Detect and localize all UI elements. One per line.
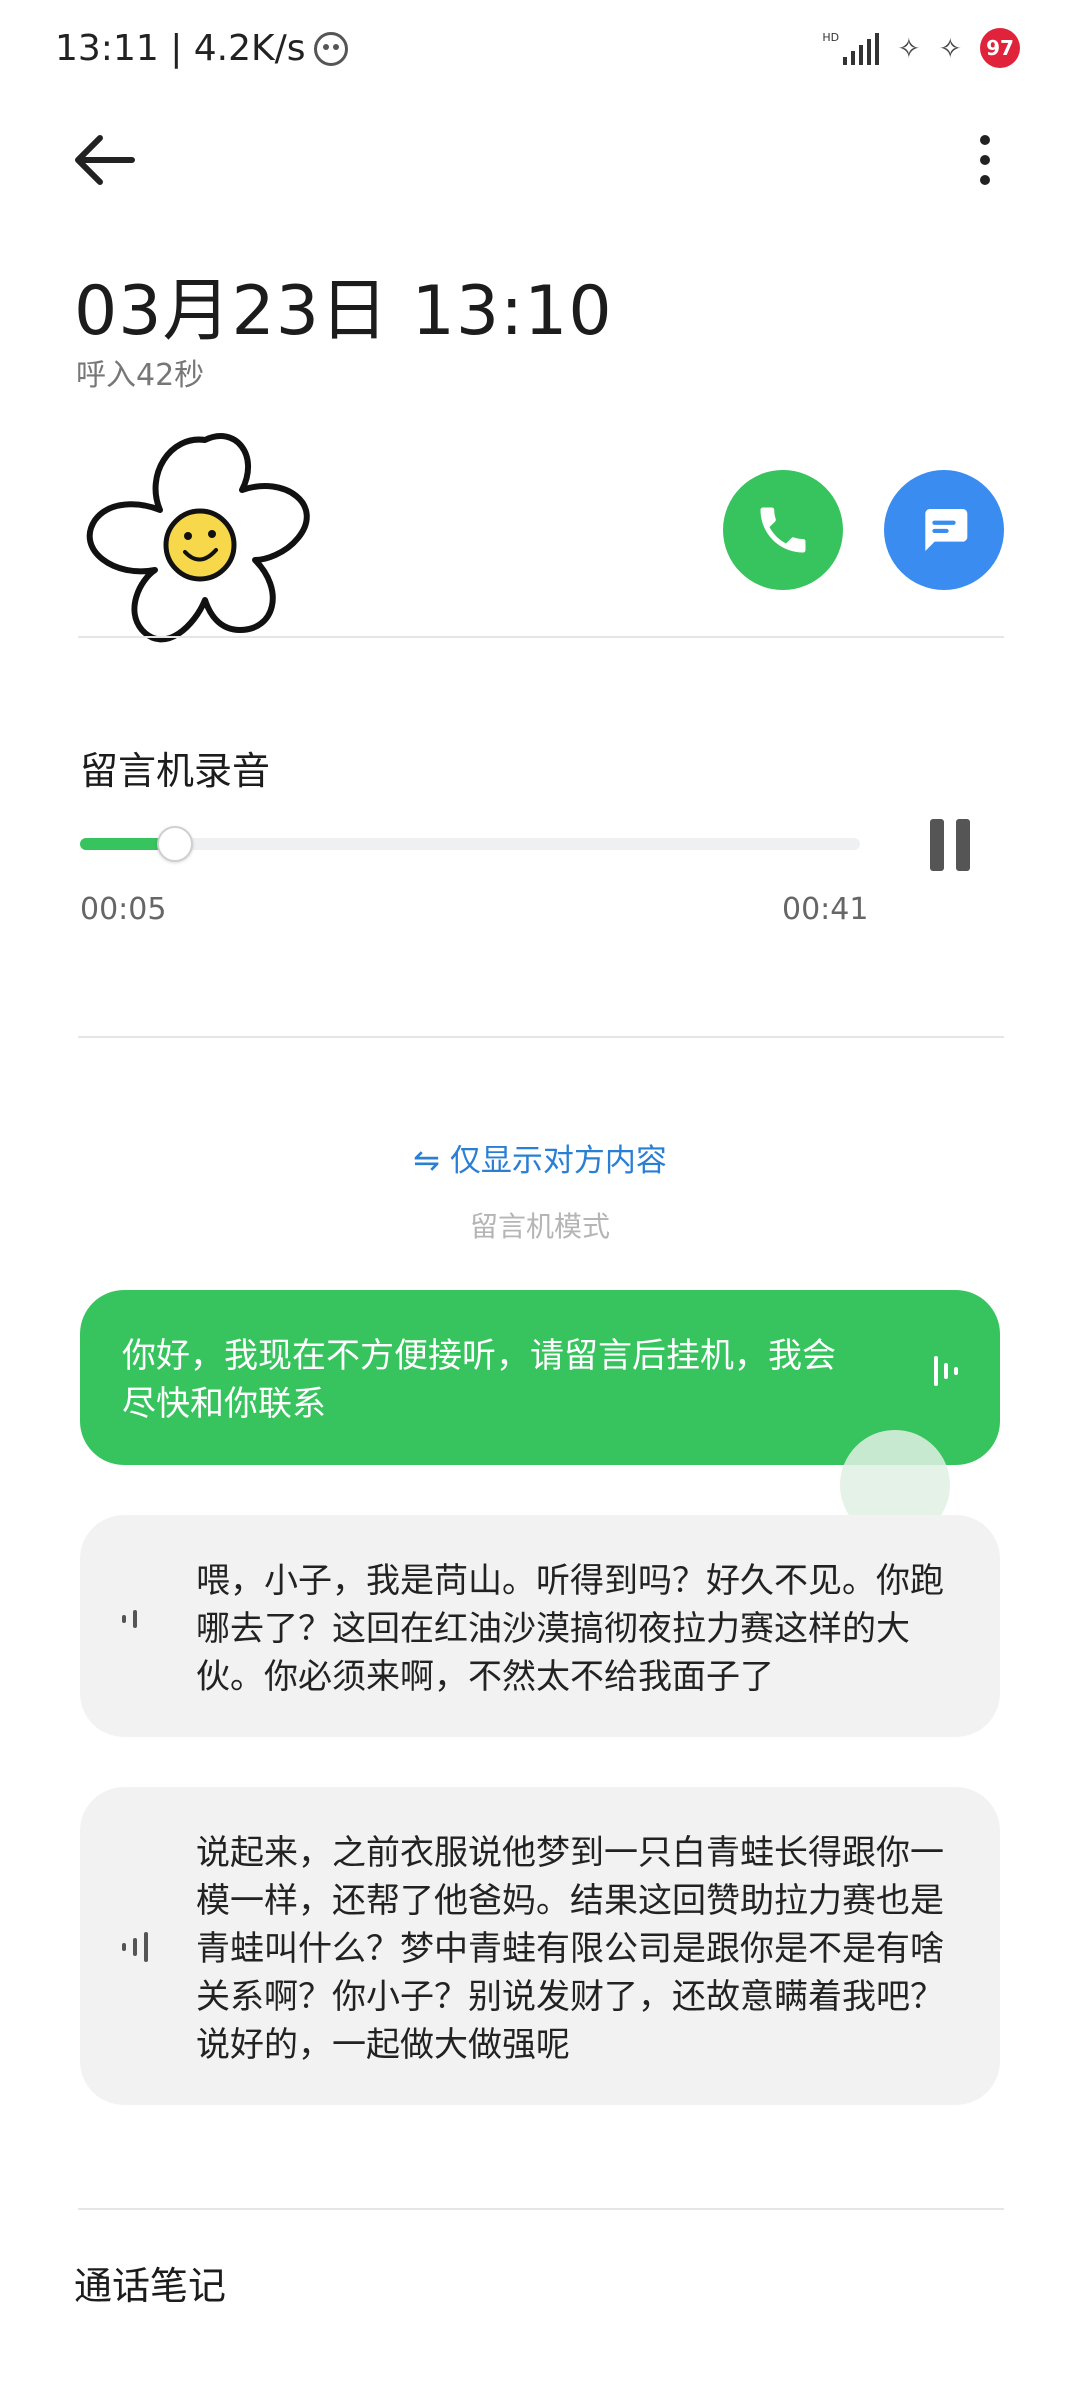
current-time: 00:05: [80, 892, 167, 927]
divider: [78, 2208, 1004, 2210]
audio-wave-icon: [122, 1610, 137, 1628]
flower-smiley-avatar-icon: [86, 433, 310, 643]
total-time: 00:41: [782, 892, 869, 927]
status-left: 13:11 | 4.2K/s: [55, 28, 348, 69]
toggle-label: 仅显示对方内容: [449, 1143, 667, 1179]
status-time: 13:11 | 4.2K/s: [55, 28, 306, 69]
message-text: 说起来，之前衣服说他梦到一只白青蛙长得跟你一模一样，还帮了他爸妈。结果这回赞助拉…: [196, 1833, 944, 2065]
more-vertical-icon: [980, 135, 990, 185]
back-button[interactable]: [70, 130, 140, 190]
wifi-off-icon: ✧: [897, 31, 921, 65]
pause-button[interactable]: [920, 815, 980, 875]
arrow-left-icon: [75, 135, 135, 185]
status-bar: 13:11 | 4.2K/s HD ✧ ✧ 97: [0, 0, 1080, 100]
divider: [78, 1036, 1004, 1038]
wifi-off-icon-2: ✧: [938, 31, 962, 65]
battery-level: 97: [986, 36, 1014, 60]
swap-icon: ⇋: [413, 1141, 440, 1179]
call-button[interactable]: [723, 470, 843, 590]
contact-avatar: [70, 420, 340, 670]
message-icon: [925, 509, 968, 551]
show-other-only-toggle[interactable]: ⇋ 仅显示对方内容: [0, 1135, 1080, 1180]
phone-icon: [760, 507, 806, 553]
message-bubble-other[interactable]: 说起来，之前衣服说他梦到一只白青蛙长得跟你一模一样，还帮了他爸妈。结果这回赞助拉…: [80, 1787, 1000, 2105]
recording-title: 留言机录音: [80, 749, 271, 793]
ghost-icon: [313, 31, 348, 66]
status-right: HD ✧ ✧ 97: [822, 28, 1020, 68]
signal-icon: HD: [822, 31, 880, 65]
call-notes-title[interactable]: 通话笔记: [74, 2255, 226, 2310]
network-label: HD: [822, 31, 840, 44]
more-options-button[interactable]: [960, 130, 1010, 190]
pause-icon: [930, 819, 944, 871]
message-bubble-self[interactable]: 你好，我现在不方便接听，请留言后挂机，我会尽快和你联系: [80, 1290, 1000, 1465]
message-button[interactable]: [884, 470, 1004, 590]
message-bubble-other[interactable]: 喂，小子，我是苘山。听得到吗？好久不见。你跑哪去了？这回在红油沙漠搞彻夜拉力赛这…: [80, 1515, 1000, 1737]
playback-progress-thumb[interactable]: [157, 826, 194, 862]
battery-icon: 97: [980, 28, 1020, 68]
divider: [78, 636, 1004, 638]
audio-wave-icon: [934, 1356, 958, 1386]
call-duration: 呼入42秒: [76, 358, 205, 393]
call-datetime: 03月23日 13:10: [74, 272, 613, 351]
message-text: 喂，小子，我是苘山。听得到吗？好久不见。你跑哪去了？这回在红油沙漠搞彻夜拉力赛这…: [196, 1561, 944, 1697]
audio-wave-icon: [122, 1932, 148, 1962]
playback-progress-track[interactable]: [80, 826, 860, 862]
message-text: 你好，我现在不方便接听，请留言后挂机，我会尽快和你联系: [122, 1336, 836, 1424]
mode-label: 留言机模式: [469, 1210, 610, 1243]
